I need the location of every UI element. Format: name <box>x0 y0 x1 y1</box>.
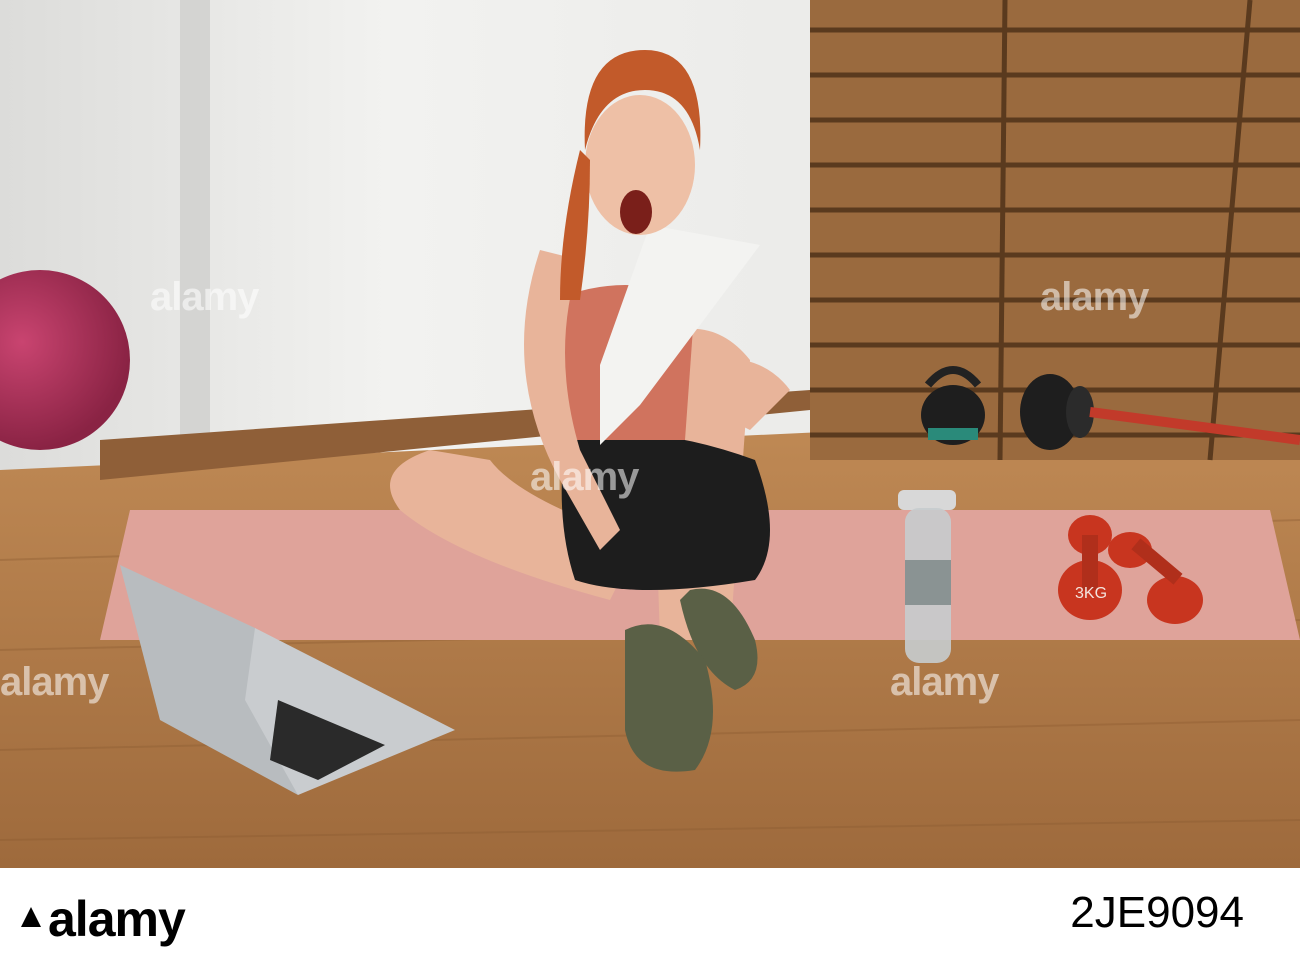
image-id: 2JE9094 <box>1070 888 1244 937</box>
dumbbell-label: 3KG <box>1075 585 1107 602</box>
wall-corner <box>180 0 210 470</box>
alamy-a-icon <box>21 907 41 927</box>
gym-scene: 3KG <box>0 0 1300 868</box>
photo: 3KG alamy alamy alamy alamy alamy <box>0 0 1300 868</box>
water-bottle <box>898 490 956 663</box>
footer-bar: alamy 2JE9094 <box>0 868 1300 956</box>
footer-logo: alamy <box>48 891 186 947</box>
